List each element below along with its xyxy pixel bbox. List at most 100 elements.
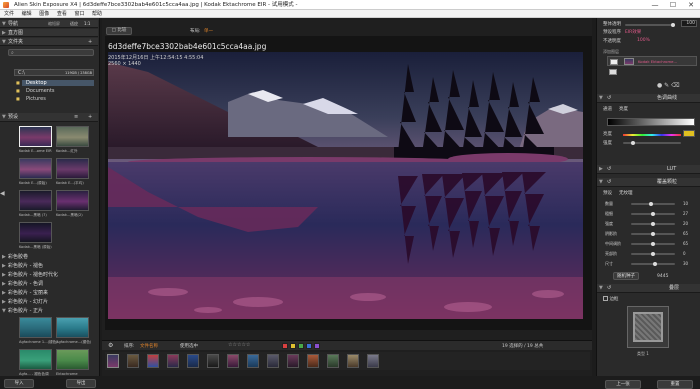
color-label-purple[interactable]	[314, 343, 320, 349]
grain-value[interactable]: 0	[683, 251, 686, 256]
slider-knob[interactable]	[653, 262, 657, 266]
preset-dropdown[interactable]: EIR效果	[625, 29, 641, 35]
grain-value[interactable]: 65	[683, 231, 688, 236]
preset-group[interactable]: ▶ 彩色胶片 - 褪色时代化	[0, 271, 98, 279]
slider-knob[interactable]	[651, 232, 655, 236]
grain-value[interactable]: 27	[683, 211, 688, 216]
drive-row[interactable]: C:\ 119GB / 238GB	[14, 69, 94, 76]
opacity-slider[interactable]	[625, 23, 675, 27]
border-row[interactable]: 边框	[603, 296, 618, 302]
maximize-button[interactable]: ☐	[664, 0, 682, 10]
filmstrip-thumb[interactable]	[327, 354, 339, 368]
grain-value[interactable]: 10	[683, 201, 688, 206]
grain-slider[interactable]	[631, 242, 675, 246]
color-label-yellow[interactable]	[290, 343, 296, 349]
color-label-green[interactable]	[298, 343, 304, 349]
curve-gradient[interactable]	[607, 118, 695, 126]
folder-item-desktop[interactable]: ■ Desktop	[16, 80, 94, 86]
preset-group[interactable]: ▶ 彩色胶片 - 宝丽来	[0, 289, 98, 297]
minimize-button[interactable]: —	[646, 0, 664, 10]
nav-section-header[interactable]: ▼ 导航 缩短屏 适应 1:1	[0, 20, 98, 28]
color-label-red[interactable]	[282, 343, 288, 349]
hue-slider[interactable]	[623, 134, 681, 136]
filter-label[interactable]: 使用选中	[180, 343, 198, 349]
menu-window[interactable]: 窗口	[74, 11, 84, 17]
overlay-header[interactable]: ▼ ↺ 叠层	[597, 284, 700, 293]
preset-thumb[interactable]	[19, 349, 52, 370]
grain-value[interactable]: 20	[683, 221, 688, 226]
main-photo[interactable]	[108, 52, 583, 319]
preset-group[interactable]: ▶ 彩色胶片 - 幻灯片	[0, 298, 98, 306]
reset-icon[interactable]: ↺	[607, 165, 611, 174]
slider-knob[interactable]	[651, 242, 655, 246]
slider-knob[interactable]	[651, 252, 655, 256]
color-label-blue[interactable]	[306, 343, 312, 349]
preset-thumb[interactable]	[56, 158, 89, 179]
preset-thumb[interactable]	[19, 158, 52, 179]
filmstrip-thumb[interactable]	[187, 354, 199, 368]
preset-group[interactable]: ▼ 彩色胶片 - 正片	[0, 307, 98, 315]
presets-section-header[interactable]: ▼ 预设 ≡ +	[0, 113, 98, 122]
settings-gear-icon[interactable]: ⚙	[108, 342, 113, 349]
grain-slider[interactable]	[631, 262, 675, 266]
lut-header[interactable]: ▶ ↺ LUT	[597, 165, 700, 174]
grain-slider[interactable]	[631, 212, 675, 216]
grain-slider[interactable]	[631, 252, 675, 256]
preset-thumb[interactable]	[56, 349, 89, 370]
menu-view[interactable]: 查看	[57, 11, 67, 17]
slider-knob[interactable]	[651, 212, 655, 216]
filmstrip-thumb[interactable]	[267, 354, 279, 368]
import-button[interactable]: 导入	[4, 379, 34, 388]
slider-knob[interactable]	[651, 222, 655, 226]
random-seed-button[interactable]: 随机种子	[613, 272, 639, 280]
filmstrip-thumb[interactable]	[107, 354, 119, 368]
layer-opacity-value[interactable]: 100%	[637, 38, 650, 43]
preset-thumb[interactable]	[19, 317, 52, 338]
preset-thumb-selected[interactable]	[19, 126, 52, 147]
reset-button[interactable]: 重置	[657, 380, 693, 389]
add-folder-icon[interactable]: +	[88, 38, 92, 46]
grain-preset-dropdown[interactable]: 无纹理	[619, 190, 633, 196]
reset-icon[interactable]: ↺	[607, 178, 611, 187]
layer-row-empty[interactable]	[607, 68, 697, 76]
menu-image[interactable]: 图像	[39, 11, 49, 17]
preset-group[interactable]: ▶ 彩色胶片 - 褪色	[0, 262, 98, 270]
rating-stars[interactable]: ☆☆☆☆☆	[228, 342, 250, 348]
preset-thumb[interactable]	[19, 190, 52, 211]
previous-button[interactable]: 上一张	[605, 380, 641, 389]
filmstrip-thumb[interactable]	[207, 354, 219, 368]
compare-button[interactable]: □ 比较	[106, 27, 132, 35]
strength-slider[interactable]	[623, 141, 681, 145]
filmstrip-thumb[interactable]	[227, 354, 239, 368]
channel-dropdown[interactable]: 亮度	[619, 106, 628, 112]
menu-icon[interactable]: ≡	[74, 113, 78, 122]
grain-header[interactable]: ▼ ↺ 覆盖颗粒	[597, 178, 700, 187]
preset-thumb[interactable]	[56, 190, 89, 211]
zoom-fit-button[interactable]: 适应	[70, 20, 78, 28]
filmstrip-thumb[interactable]	[247, 354, 259, 368]
border-checkbox[interactable]	[603, 296, 608, 301]
tone-curve-header[interactable]: ▼ ↺ 色调曲线	[597, 94, 700, 103]
collapse-left-panel-icon[interactable]: ◀	[0, 190, 5, 197]
reset-icon[interactable]: ↺	[607, 284, 611, 293]
highlight-color-swatch[interactable]	[683, 130, 695, 137]
border-preview[interactable]	[627, 306, 669, 348]
menu-help[interactable]: 帮助	[92, 11, 102, 17]
slider-knob[interactable]	[671, 23, 675, 27]
folder-item-documents[interactable]: ■ Documents	[16, 88, 94, 94]
opacity-value[interactable]: 100	[681, 20, 697, 27]
folder-item-pictures[interactable]: ■ Pictures	[16, 96, 94, 102]
filmstrip-thumb[interactable]	[147, 354, 159, 368]
histogram-section-header[interactable]: ▶ 直方图	[0, 29, 98, 37]
filmstrip-thumb[interactable]	[167, 354, 179, 368]
filmstrip-thumb[interactable]	[287, 354, 299, 368]
filmstrip-thumb[interactable]	[367, 354, 379, 368]
preset-group[interactable]: ▶ 彩色胶片 - 色调	[0, 280, 98, 288]
reset-icon[interactable]: ↺	[607, 94, 611, 103]
grain-value[interactable]: 65	[683, 241, 688, 246]
filmstrip-thumb[interactable]	[127, 354, 139, 368]
zoom-1to1-button[interactable]: 1:1	[84, 20, 90, 28]
close-button[interactable]: ✕	[682, 0, 700, 10]
menu-edit[interactable]: 编辑	[22, 11, 32, 17]
export-button[interactable]: 导出	[66, 379, 96, 388]
